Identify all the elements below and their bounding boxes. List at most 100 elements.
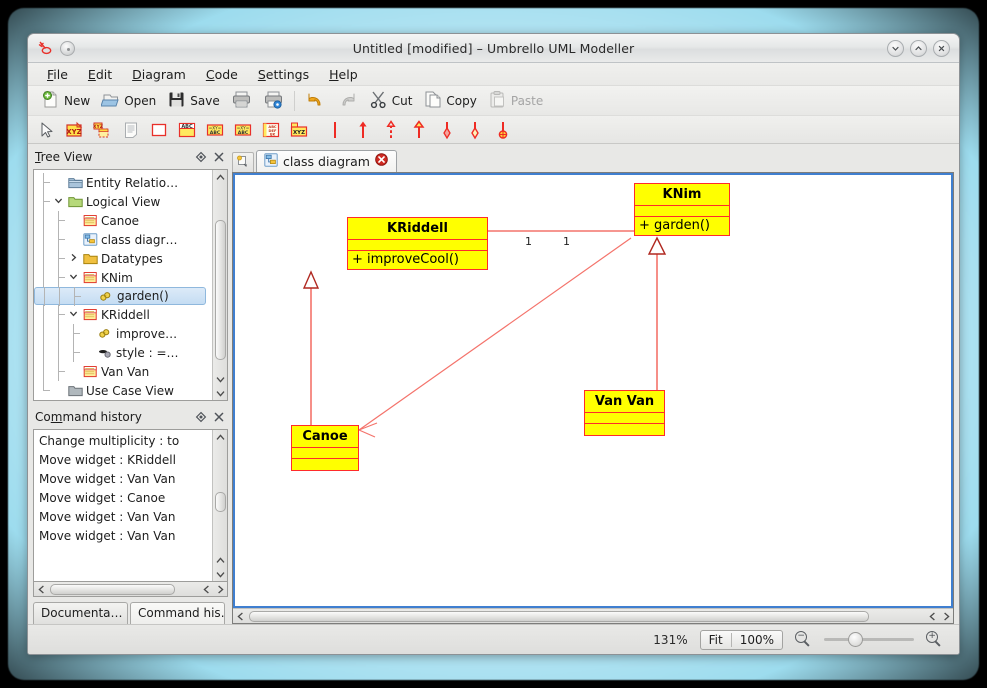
zoom-slider[interactable]: [824, 632, 914, 647]
interface-tool[interactable]: =XY= ABC: [204, 119, 226, 141]
minimize-button[interactable]: [887, 39, 904, 57]
tree-scroll-thumb[interactable]: [214, 220, 226, 360]
command-history-scrollbar[interactable]: [212, 430, 227, 581]
new-tab-icon[interactable]: [232, 152, 254, 172]
diagram-canvas[interactable]: KNim + garden() KRiddell + improveCool() Van…: [233, 173, 953, 608]
close-icon[interactable]: [212, 150, 226, 164]
multiplicity-label-0[interactable]: 1: [525, 235, 532, 248]
menu-code[interactable]: Code: [197, 65, 247, 84]
uml-class-knim[interactable]: KNim + garden(): [634, 183, 730, 236]
open-button[interactable]: Open: [96, 88, 161, 113]
hscroll-left-arrow[interactable]: [34, 582, 48, 597]
canvas-hscroll-thumb[interactable]: [249, 610, 869, 622]
tree-item[interactable]: Van Van: [34, 362, 212, 381]
tree-item[interactable]: Datatypes: [34, 249, 212, 268]
zoom-in-icon[interactable]: +: [926, 631, 943, 648]
uml-operations-compartment[interactable]: [585, 424, 664, 435]
tree-item-selected[interactable]: garden(): [34, 286, 206, 306]
cmd-scroll-thumb[interactable]: [214, 492, 226, 512]
redo-button[interactable]: [332, 88, 363, 113]
hscroll-right-arrow[interactable]: [213, 582, 227, 597]
close-button[interactable]: [933, 39, 950, 57]
tree-item[interactable]: Use Case View: [34, 381, 212, 400]
canvas-hscroll-track[interactable]: [247, 609, 925, 624]
box-tool[interactable]: [148, 119, 170, 141]
directed-association-tool[interactable]: [352, 119, 374, 141]
fit-zoom-button[interactable]: Fit: [701, 631, 731, 649]
scroll-down-arrow-b[interactable]: [213, 386, 228, 400]
tree-expander-icon[interactable]: [53, 192, 64, 211]
tree-item[interactable]: KNim: [34, 268, 212, 287]
uml-attributes-compartment[interactable]: [585, 413, 664, 424]
menu-diagram[interactable]: Diagram: [123, 65, 195, 84]
multiplicity-label-1[interactable]: 1: [563, 235, 570, 248]
tab-class-diagram[interactable]: class diagram: [256, 150, 397, 172]
window-menu-button[interactable]: [60, 40, 75, 56]
actor-abc-tool[interactable]: ABC: [176, 119, 198, 141]
scroll-up-arrow[interactable]: [213, 430, 228, 444]
enum-tool[interactable]: ABC DEF IJK: [260, 119, 282, 141]
command-history-hscrollbar[interactable]: [33, 582, 228, 597]
menu-help[interactable]: Help: [320, 65, 367, 84]
float-icon[interactable]: [194, 410, 208, 424]
zoom-out-icon[interactable]: −: [795, 631, 812, 648]
maximize-button[interactable]: [910, 39, 927, 57]
tree-item[interactable]: improve…: [34, 324, 212, 343]
association-tool[interactable]: [324, 119, 346, 141]
tree-item[interactable]: KRiddell: [34, 305, 212, 324]
tree-expander-icon[interactable]: [68, 268, 79, 287]
tree-expander-icon[interactable]: [68, 305, 79, 324]
canvas-scroll-right[interactable]: [939, 609, 953, 624]
uml-operations-compartment[interactable]: + improveCool(): [348, 251, 487, 269]
float-icon[interactable]: [194, 150, 208, 164]
dock-tab-documentation[interactable]: Documenta…: [33, 602, 128, 624]
print-button[interactable]: [226, 88, 257, 113]
close-tab-icon[interactable]: [375, 153, 388, 169]
command-history-item[interactable]: Move widget : Van Van: [37, 527, 212, 546]
print-preview-button[interactable]: [258, 88, 289, 113]
entity-tool[interactable]: XYZ: [288, 119, 310, 141]
uml-attributes-compartment[interactable]: [292, 448, 358, 459]
command-history-list[interactable]: Change multiplicity : to Move widget : KR…: [34, 430, 212, 546]
tree-view-scrollbar[interactable]: [212, 170, 227, 400]
hscroll-thumb[interactable]: [50, 583, 175, 595]
cmd-scroll-track[interactable]: [213, 444, 228, 553]
dependency-tool[interactable]: [380, 119, 402, 141]
dock-tab-command-history[interactable]: Command his…: [130, 602, 225, 624]
uml-class-vanvan[interactable]: Van Van: [584, 390, 665, 436]
datatype-tool[interactable]: =XY= ABC: [232, 119, 254, 141]
uml-attributes-compartment[interactable]: [635, 206, 729, 217]
uml-operations-compartment[interactable]: [292, 459, 358, 470]
scroll-up-arrow-b[interactable]: [213, 553, 228, 567]
containment-tool[interactable]: [492, 119, 514, 141]
generalization-tool[interactable]: [408, 119, 430, 141]
hscroll-left-arrow-b[interactable]: [199, 582, 213, 597]
menu-settings[interactable]: Settings: [249, 65, 318, 84]
object-tree[interactable]: Entity Relatio… Logical View Canoe class di…: [34, 170, 212, 400]
tree-item[interactable]: style : =…: [34, 343, 212, 362]
zoom-slider-handle[interactable]: [848, 632, 863, 647]
paste-button[interactable]: Paste: [483, 88, 548, 113]
hscroll-track[interactable]: [48, 582, 199, 597]
select-pointer-tool[interactable]: [36, 119, 58, 141]
tree-item[interactable]: Entity Relatio…: [34, 173, 212, 192]
canvas-scroll-left[interactable]: [233, 609, 247, 624]
undo-button[interactable]: [300, 88, 331, 113]
menu-file[interactable]: File: [38, 65, 77, 84]
copy-button[interactable]: Copy: [418, 88, 481, 113]
save-button[interactable]: Save: [162, 88, 224, 113]
scroll-down-arrow[interactable]: [213, 567, 228, 581]
uml-operations-compartment[interactable]: + garden(): [635, 217, 729, 235]
command-history-item[interactable]: Move widget : Van Van: [37, 470, 212, 489]
note-tool[interactable]: [120, 119, 142, 141]
uml-attributes-compartment[interactable]: [348, 240, 487, 251]
canvas-hscrollbar[interactable]: [233, 608, 953, 623]
uml-class-kriddell[interactable]: KRiddell + improveCool(): [347, 217, 488, 270]
tree-item[interactable]: Canoe: [34, 211, 212, 230]
menu-edit[interactable]: Edit: [79, 65, 121, 84]
new-button[interactable]: New: [36, 88, 95, 113]
tree-expander-icon[interactable]: [68, 249, 79, 268]
scroll-down-arrow-a[interactable]: [213, 372, 228, 386]
hundred-zoom-button[interactable]: 100%: [732, 631, 782, 649]
tree-item[interactable]: Logical View: [34, 192, 212, 211]
